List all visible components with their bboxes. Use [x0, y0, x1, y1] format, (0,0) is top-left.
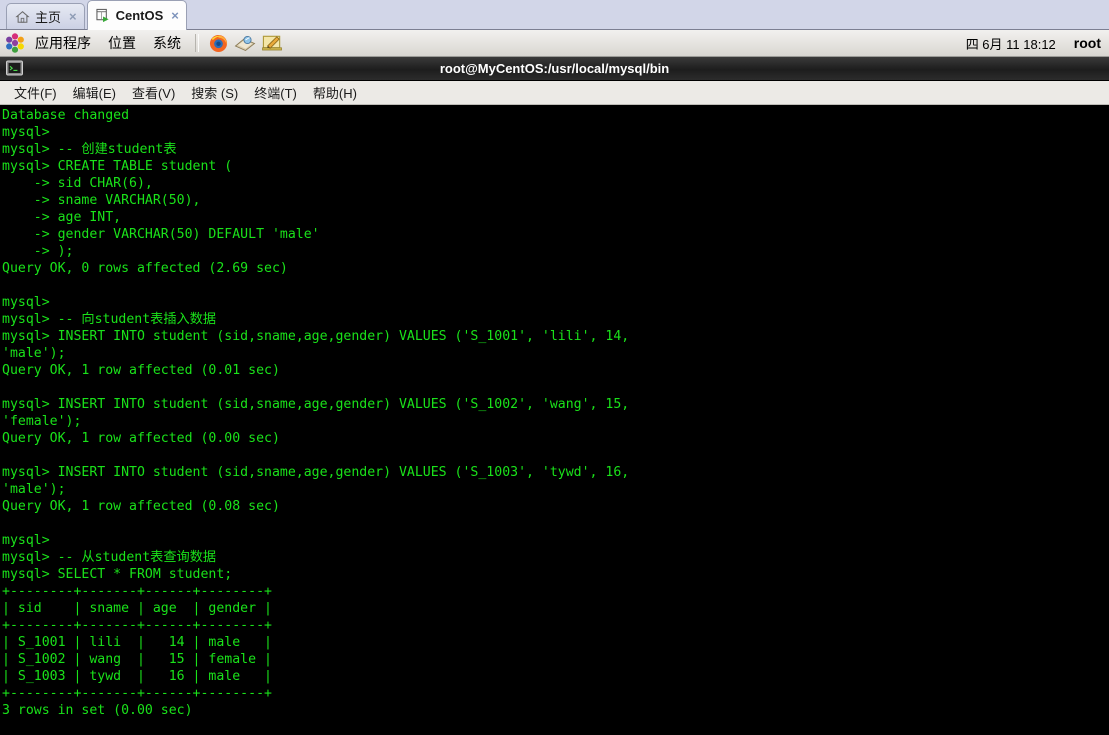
tab-centos-label: CentOS: [115, 8, 164, 23]
console-tab-bar: 主页 × CentOS ×: [0, 0, 1109, 30]
terminal-line: mysql> INSERT INTO student (sid,sname,ag…: [2, 465, 630, 480]
panel-right-group: 四 6月 11 18:12 root: [966, 30, 1101, 56]
gnome-top-panel: 应用程序 位置 系统 四 6月 11 18:12 root: [0, 30, 1109, 57]
terminal-line: 'male');: [2, 346, 66, 361]
terminal-line: -> gender VARCHAR(50) DEFAULT 'male': [2, 227, 320, 242]
panel-menu-places[interactable]: 位置: [101, 32, 143, 54]
terminal-line: Query OK, 0 rows affected (2.69 sec): [2, 261, 288, 276]
terminal-line: | S_1001 | lili | 14 | male |: [2, 635, 272, 650]
terminal-line: 'male');: [2, 482, 66, 497]
menu-help[interactable]: 帮助(H): [305, 81, 365, 104]
terminal-line: mysql> INSERT INTO student (sid,sname,ag…: [2, 397, 630, 412]
terminal-line: | S_1002 | wang | 15 | female |: [2, 652, 272, 667]
terminal-output: Database changed mysql> mysql> -- 创建studen…: [2, 107, 1109, 719]
text-editor-icon: [261, 34, 283, 52]
terminal-line: -> sid CHAR(6),: [2, 176, 153, 191]
terminal-titlebar[interactable]: root@MyCentOS:/usr/local/mysql/bin: [0, 57, 1109, 81]
panel-username[interactable]: root: [1074, 35, 1101, 51]
firefox-icon: [209, 34, 228, 53]
terminal-line: | sid | sname | age | gender |: [2, 601, 272, 616]
menu-view[interactable]: 查看(V): [124, 81, 183, 104]
help-book-icon: [234, 34, 256, 52]
gnome-foot-icon: [5, 33, 25, 53]
menu-edit[interactable]: 编辑(E): [65, 81, 124, 104]
terminal-line: mysql> -- 向student表插入数据: [2, 312, 217, 327]
panel-left-group: 应用程序 位置 系统: [0, 30, 284, 56]
terminal-line: +--------+-------+------+--------+: [2, 584, 272, 599]
terminal-line: +--------+-------+------+--------+: [2, 686, 272, 701]
panel-menu-applications[interactable]: 应用程序: [28, 32, 98, 54]
home-icon: [15, 10, 30, 24]
terminal-line: mysql>: [2, 125, 50, 140]
terminal-menubar: 文件(F) 编辑(E) 查看(V) 搜索 (S) 终端(T) 帮助(H): [0, 81, 1109, 105]
terminal-line: mysql> INSERT INTO student (sid,sname,ag…: [2, 329, 630, 344]
terminal-line: Query OK, 1 row affected (0.01 sec): [2, 363, 280, 378]
panel-menu-system[interactable]: 系统: [146, 32, 188, 54]
terminal-line: | S_1003 | tywd | 16 | male |: [2, 669, 272, 684]
terminal-screen[interactable]: Database changed mysql> mysql> -- 创建studen…: [0, 105, 1109, 734]
terminal-line: +--------+-------+------+--------+: [2, 618, 272, 633]
terminal-line: Query OK, 1 row affected (0.08 sec): [2, 499, 280, 514]
terminal-line: mysql>: [2, 295, 50, 310]
launcher-text-editor[interactable]: [260, 32, 284, 54]
tab-home[interactable]: 主页 ×: [6, 3, 85, 29]
terminal-icon: [5, 59, 24, 78]
terminal-line: -> sname VARCHAR(50),: [2, 193, 201, 208]
vm-screen-icon: [96, 8, 111, 23]
terminal-line: -> );: [2, 244, 74, 259]
tab-home-label: 主页: [35, 10, 62, 25]
terminal-line: mysql> -- 从student表查询数据: [2, 550, 217, 565]
tab-centos[interactable]: CentOS ×: [86, 0, 187, 30]
launcher-firefox[interactable]: [206, 32, 230, 54]
launcher-help[interactable]: [233, 32, 257, 54]
terminal-line: mysql> -- 创建student表: [2, 142, 177, 157]
menu-search[interactable]: 搜索 (S): [183, 81, 246, 104]
terminal-line: mysql> SELECT * FROM student;: [2, 567, 233, 582]
tab-centos-close-icon[interactable]: ×: [171, 8, 179, 23]
menu-terminal[interactable]: 终端(T): [246, 81, 305, 104]
panel-clock[interactable]: 四 6月 11 18:12: [966, 34, 1056, 53]
tab-home-close-icon[interactable]: ×: [69, 9, 77, 24]
panel-separator: [195, 34, 199, 52]
terminal-line: -> age INT,: [2, 210, 122, 225]
terminal-line: 'female');: [2, 414, 82, 429]
terminal-line: Database changed: [2, 108, 130, 123]
terminal-line: mysql> CREATE TABLE student (: [2, 159, 233, 174]
terminal-line: mysql>: [2, 533, 50, 548]
menu-file[interactable]: 文件(F): [6, 81, 65, 104]
terminal-title-text: root@MyCentOS:/usr/local/mysql/bin: [439, 61, 670, 76]
terminal-line: Query OK, 1 row affected (0.00 sec): [2, 431, 280, 446]
terminal-line: 3 rows in set (0.00 sec): [2, 703, 193, 718]
